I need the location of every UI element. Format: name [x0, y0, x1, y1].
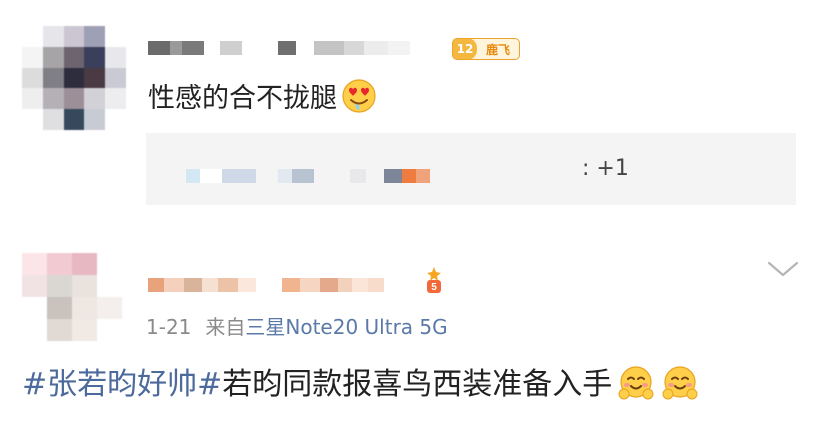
blushing-hands-emoji — [618, 366, 654, 400]
badge-name: 鹿飞 — [485, 42, 510, 57]
badge-level: 12 — [453, 39, 477, 59]
vip-level-icon: 5 — [427, 267, 441, 293]
comment-body: 若昀同款报喜鸟西装准备入手 — [222, 367, 613, 402]
heart-eyes-drooling-emoji — [342, 79, 376, 113]
svg-text:5: 5 — [431, 282, 437, 293]
comment-text: 性感的合不拢腿 — [148, 78, 377, 119]
comment-meta: 1-21 来自三星Note20 Ultra 5G — [146, 313, 448, 341]
blushing-hands-emoji — [662, 366, 698, 400]
hashtag-link[interactable]: #张若昀好帅# — [22, 367, 222, 402]
comment-date: 1-21 — [146, 315, 192, 339]
fan-level-badge: 12 鹿飞 — [452, 38, 520, 60]
reply-count: : +1 — [582, 156, 629, 181]
username-blurred[interactable] — [148, 278, 384, 292]
source-prefix: 来自 — [205, 315, 246, 339]
avatar[interactable] — [22, 26, 126, 130]
comment-body: 性感的合不拢腿 — [148, 83, 337, 114]
chevron-down-icon[interactable] — [766, 258, 800, 280]
reply-preview[interactable]: : +1 — [146, 133, 796, 205]
device-link[interactable]: 三星Note20 Ultra 5G — [245, 315, 447, 339]
username-blurred[interactable] — [148, 41, 410, 55]
comment-text: #张若昀好帅#若昀同款报喜鸟西装准备入手 — [22, 362, 698, 408]
avatar[interactable] — [22, 253, 122, 341]
reply-username-blurred — [186, 169, 430, 183]
